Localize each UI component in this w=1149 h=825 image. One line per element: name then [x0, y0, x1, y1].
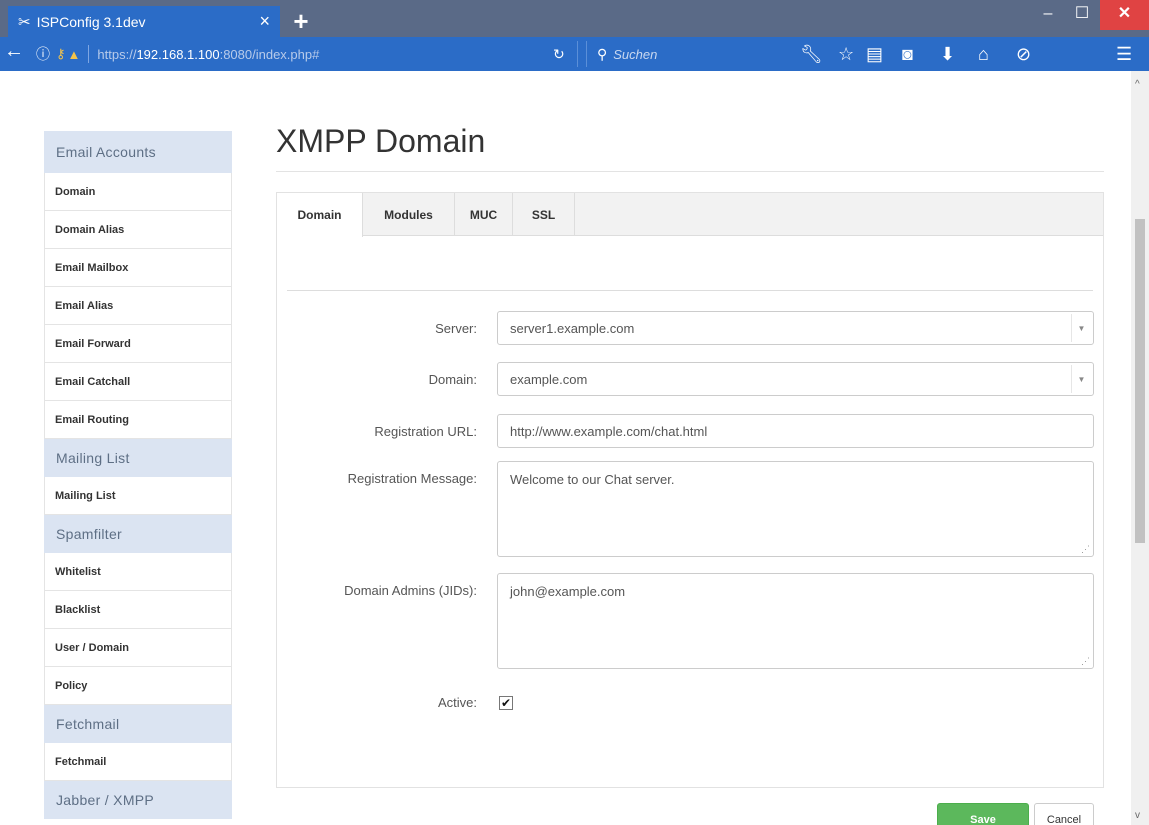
wrench-icon[interactable]: 🔧︎ — [800, 44, 823, 65]
domain-value: example.com — [510, 371, 588, 387]
home-icon[interactable]: ⌂ — [978, 44, 989, 65]
registration-message-label: Registration Message: — [347, 471, 477, 486]
tab-ssl[interactable]: SSL — [513, 193, 575, 236]
domain-select[interactable]: example.com ▼ — [497, 362, 1094, 396]
sidebar-item-mailing-list[interactable]: Mailing List — [44, 477, 232, 515]
sidebar-item-email-mailbox[interactable]: Email Mailbox — [44, 249, 232, 287]
sidebar-item-fetchmail[interactable]: Fetchmail — [44, 743, 232, 781]
scroll-down-icon[interactable]: v — [1135, 810, 1140, 821]
key-icon: ⚷ — [56, 46, 66, 61]
registration-message-textarea[interactable]: Welcome to our Chat server. ⋰ — [497, 461, 1094, 557]
reload-icon[interactable]: ↻ — [553, 46, 565, 63]
domain-label: Domain: — [428, 372, 477, 387]
select-caret-icon: ▼ — [1071, 314, 1091, 342]
scroll-up-icon[interactable]: ^ — [1135, 79, 1140, 90]
tab-title: ISPConfig 3.1dev — [36, 13, 146, 30]
search-icon: ⚲ — [597, 45, 608, 62]
warning-lock-icon: ▲ — [67, 46, 81, 62]
active-label: Active: — [437, 695, 477, 710]
tab-bar: Domain Modules MUC SSL — [277, 193, 1103, 237]
sidebar-item-domain-alias[interactable]: Domain Alias — [44, 211, 232, 249]
back-arrow-icon[interactable]: ← — [4, 40, 24, 63]
sidebar-section-header: Email Accounts — [44, 131, 232, 173]
registration-url-value: http://www.example.com/chat.html — [510, 423, 708, 439]
save-button[interactable]: Save — [937, 803, 1029, 825]
menu-icon[interactable]: ☰ — [1116, 44, 1132, 65]
tab-close-icon[interactable]: × — [259, 11, 270, 32]
info-icon[interactable]: ⓘ — [36, 44, 50, 64]
download-icon[interactable]: ⬇ — [940, 44, 955, 65]
extension-icon[interactable]: ⊘ — [1016, 44, 1031, 65]
sidebar-item-email-routing[interactable]: Email Routing — [44, 401, 232, 439]
sidebar-item-blacklist[interactable]: Blacklist — [44, 591, 232, 629]
server-select[interactable]: server1.example.com ▼ — [497, 311, 1094, 345]
registration-url-input[interactable]: http://www.example.com/chat.html — [497, 414, 1094, 448]
scroll-thumb[interactable] — [1135, 219, 1145, 543]
window-close-button[interactable]: ✕ — [1100, 0, 1149, 30]
browser-titlebar: ✂ ISPConfig 3.1dev × + – ☐ ✕ — [0, 0, 1149, 37]
select-caret-icon: ▼ — [1071, 365, 1091, 393]
sidebar-item-user-domain[interactable]: User / Domain — [44, 629, 232, 667]
tab-modules[interactable]: Modules — [363, 193, 455, 236]
sidebar-section-header: Mailing List — [44, 439, 232, 477]
ispconfig-tools-icon: ✂ — [18, 13, 31, 31]
sidebar-section-header: Jabber / XMPP — [44, 781, 232, 819]
sidebar-item-email-alias[interactable]: Email Alias — [44, 287, 232, 325]
domain-admins-value: john@example.com — [510, 584, 626, 599]
url-prefix: https:// — [97, 46, 137, 62]
tab-muc[interactable]: MUC — [455, 193, 513, 236]
resize-grip-icon[interactable]: ⋰ — [1081, 656, 1090, 667]
page-title: XMPP Domain — [276, 123, 486, 159]
sidebar-item-domain[interactable]: Domain — [44, 173, 232, 211]
form-panel: Domain Modules MUC SSL Server: server1.e… — [276, 192, 1104, 825]
search-placeholder: Suchen — [613, 46, 658, 62]
url-path: :8080/index.php# — [219, 46, 320, 62]
search-input[interactable]: ⚲ Suchen — [586, 41, 782, 67]
sidebar-item-policy[interactable]: Policy — [44, 667, 232, 705]
sidebar-item-email-forward[interactable]: Email Forward — [44, 325, 232, 363]
title-divider — [276, 171, 1104, 172]
window-minimize-button[interactable]: – — [1031, 0, 1065, 30]
page-content: Email Accounts Domain Domain Alias Email Ma… — [0, 71, 1131, 825]
reading-list-icon[interactable]: ▤ — [866, 44, 883, 65]
window-maximize-button[interactable]: ☐ — [1065, 0, 1099, 30]
url-bar[interactable]: ⓘ ⚷ ▲ https://192.168.1.100:8080/index.p… — [30, 41, 578, 67]
server-value: server1.example.com — [510, 320, 635, 336]
url-text: https://192.168.1.100:8080/index.php# — [97, 47, 319, 62]
sidebar-section-header: Spamfilter — [44, 515, 232, 553]
registration-url-label: Registration URL: — [374, 424, 477, 439]
pocket-icon[interactable]: ◙ — [902, 44, 913, 65]
registration-message-value: Welcome to our Chat server. — [510, 472, 675, 487]
server-label: Server: — [435, 321, 477, 336]
domain-admins-textarea[interactable]: john@example.com ⋰ — [497, 573, 1094, 669]
domain-admins-label: Domain Admins (JIDs): — [344, 583, 477, 598]
active-checkbox[interactable]: ✔ — [499, 696, 513, 710]
page-scrollbar[interactable]: ^ v — [1131, 71, 1149, 825]
sidebar-item-whitelist[interactable]: Whitelist — [44, 553, 232, 591]
cancel-button[interactable]: Cancel — [1034, 803, 1094, 825]
bookmark-star-icon[interactable]: ☆ — [838, 44, 854, 65]
sidebar: Email Accounts Domain Domain Alias Email Ma… — [44, 131, 232, 819]
sidebar-item-email-catchall[interactable]: Email Catchall — [44, 363, 232, 401]
url-separator — [88, 45, 90, 63]
browser-tab[interactable]: ✂ ISPConfig 3.1dev × — [8, 6, 280, 37]
tab-domain[interactable]: Domain — [277, 193, 363, 237]
url-host: 192.168.1.100 — [136, 46, 220, 62]
sidebar-section-header: Fetchmail — [44, 705, 232, 743]
form-divider — [287, 290, 1093, 291]
new-tab-button[interactable]: + — [286, 8, 316, 36]
browser-navbar: ← ⓘ ⚷ ▲ https://192.168.1.100:8080/index… — [0, 37, 1149, 71]
resize-grip-icon[interactable]: ⋰ — [1081, 544, 1090, 555]
